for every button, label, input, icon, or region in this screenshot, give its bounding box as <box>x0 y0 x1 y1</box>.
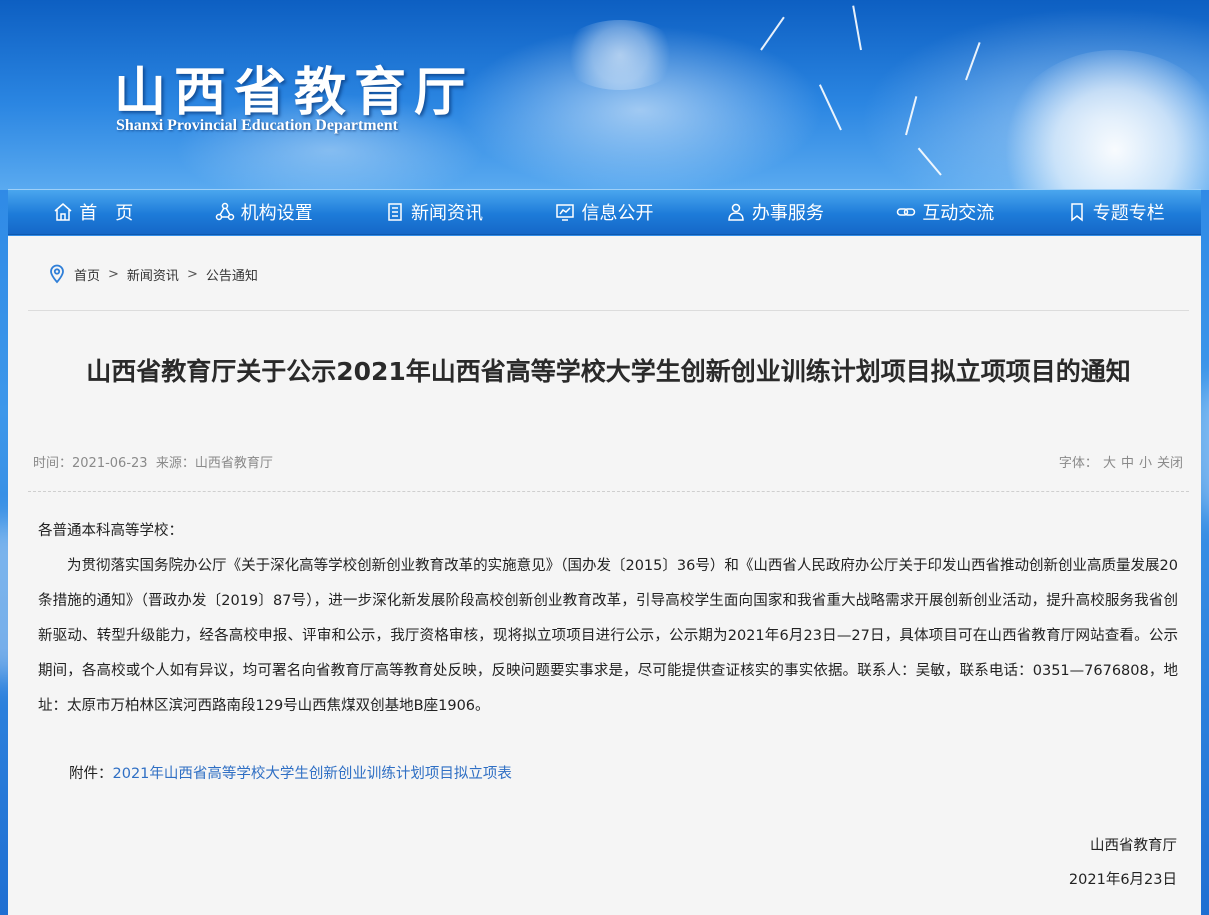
close-button[interactable]: 关闭 <box>1157 452 1183 471</box>
nav-label: 办事服务 <box>751 203 824 224</box>
signature-date: 2021年6月23日 <box>1068 872 1177 888</box>
nav-item-home[interactable]: 首 页 <box>8 189 178 235</box>
content-panel: 首页 > 新闻资讯 > 公告通知 山西省教育厅关于公示2021年山西省高等学校大… <box>8 236 1201 915</box>
font-size-controls: 字体： 大 中 小 关闭 <box>1059 452 1183 471</box>
nav-item-news[interactable]: 新闻资讯 <box>349 189 519 235</box>
nav-label: 信息公开 <box>581 203 654 224</box>
divider <box>28 310 1189 311</box>
font-large-button[interactable]: 大 <box>1103 452 1116 471</box>
nav-label: 首 页 <box>79 203 134 224</box>
font-medium-button[interactable]: 中 <box>1121 452 1134 471</box>
signature-org: 山西省教育厅 <box>1090 838 1177 854</box>
divider <box>28 491 1189 492</box>
font-size-label: 字体： <box>1058 456 1098 471</box>
attachment-label: 附件： <box>69 766 113 782</box>
seed-decoration <box>965 42 981 81</box>
seed-decoration <box>905 96 918 136</box>
attachment: 附件：2021年山西省高等学校大学生创新创业训练计划项目拟立项表 <box>69 759 512 789</box>
article-body: 各普通本科高等学校： 为贯彻落实国务院办公厅《关于深化高等学校创新创业教育改革的… <box>38 514 1178 724</box>
nav-label: 专题专栏 <box>1092 203 1165 224</box>
document-icon <box>388 203 402 221</box>
meta-time-label: 时间： <box>33 456 73 471</box>
nav-item-interaction[interactable]: 互动交流 <box>860 189 1030 235</box>
link-icon <box>897 208 916 216</box>
nav-label: 机构设置 <box>240 203 313 224</box>
meta-source-label: 来源： <box>155 456 195 471</box>
meta-source: 山西省教育厅 <box>194 456 273 471</box>
site-title: 山西省教育厅 <box>114 62 475 123</box>
breadcrumb-separator: > <box>108 266 119 282</box>
seed-decoration <box>917 147 942 176</box>
nav-item-info-disclosure[interactable]: 信息公开 <box>519 189 689 235</box>
breadcrumb-separator: > <box>186 266 198 282</box>
salutation: 各普通本科高等学校： <box>38 523 183 539</box>
article-meta: 时间：2021-06-23 来源：山西省教育厅 <box>33 452 273 471</box>
bookmark-icon <box>1070 203 1083 222</box>
user-service-icon <box>728 203 744 221</box>
home-icon <box>54 203 72 221</box>
article-title: 山西省教育厅关于公示2021年山西省高等学校大学生创新创业训练计划项目拟立项项目… <box>86 357 1131 386</box>
nav-item-special-topics[interactable]: 专题专栏 <box>1031 189 1201 235</box>
info-icon <box>556 204 575 221</box>
org-icon <box>215 202 234 221</box>
breadcrumb-announcements[interactable]: 公告通知 <box>206 265 258 284</box>
nav-label: 互动交流 <box>922 203 995 224</box>
meta-time: 2021-06-23 <box>72 456 148 471</box>
breadcrumb-news[interactable]: 新闻资讯 <box>127 265 179 284</box>
breadcrumb: 首页 > 新闻资讯 > 公告通知 <box>48 264 258 284</box>
site-subtitle: Shanxi Provincial Education Department <box>116 117 398 134</box>
seed-decoration <box>760 16 785 51</box>
nav-item-services[interactable]: 办事服务 <box>690 189 860 235</box>
dandelion-decoration <box>1000 50 1209 190</box>
header-banner: 山西省教育厅 Shanxi Provincial Education Depar… <box>0 0 1209 190</box>
location-pin-icon <box>50 264 64 284</box>
breadcrumb-home[interactable]: 首页 <box>74 265 100 284</box>
main-nav: 首 页 机构设置 新闻资讯 信息公开 办事服务 互动交流 专题专栏 <box>8 189 1201 235</box>
body-paragraph: 为贯彻落实国务院办公厅《关于深化高等学校创新创业教育改革的实施意见》（国办发〔2… <box>38 558 1178 714</box>
seed-decoration <box>852 5 862 51</box>
font-small-button[interactable]: 小 <box>1139 452 1152 471</box>
attachment-link[interactable]: 2021年山西省高等学校大学生创新创业训练计划项目拟立项表 <box>113 766 512 782</box>
signature: 山西省教育厅 2021年6月23日 <box>1069 829 1177 897</box>
nav-label: 新闻资讯 <box>411 203 484 224</box>
seed-decoration <box>818 84 842 131</box>
dandelion-decoration <box>560 20 680 90</box>
nav-item-organization[interactable]: 机构设置 <box>178 189 348 235</box>
